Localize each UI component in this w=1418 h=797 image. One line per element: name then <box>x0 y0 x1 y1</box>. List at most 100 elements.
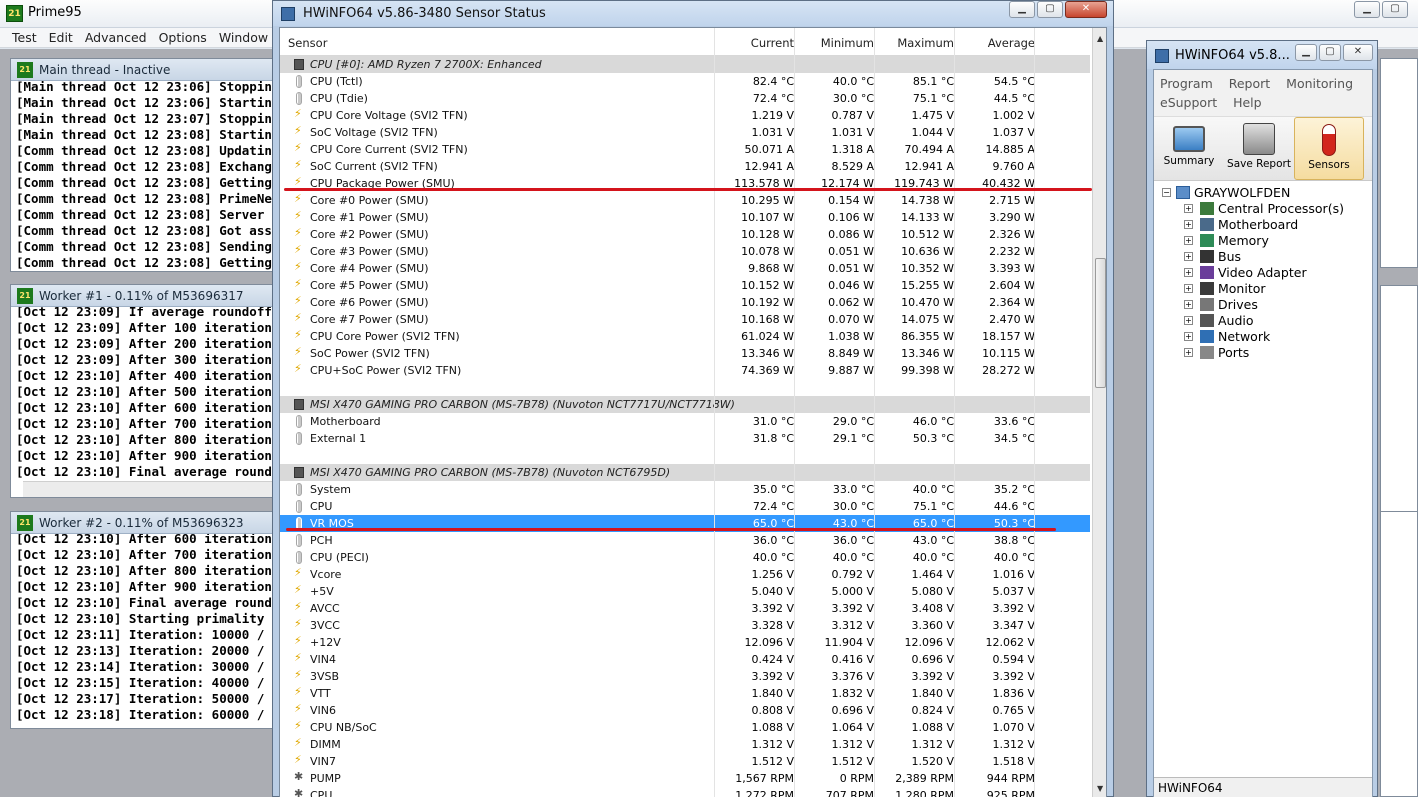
worker1-titlebar[interactable]: 21 Worker #1 - 0.11% of M53696317 <box>11 285 299 307</box>
expand-icon[interactable]: + <box>1184 204 1193 213</box>
hwinfo-minimize-button[interactable]: ▁ <box>1295 44 1317 61</box>
menu-help[interactable]: Help <box>1233 95 1262 110</box>
menu-advanced[interactable]: Advanced <box>79 28 153 47</box>
tree-item[interactable]: + Audio <box>1160 313 1372 329</box>
sensor-group-row[interactable]: MSI X470 GAMING PRO CARBON (MS-7B78) (Nu… <box>280 396 1090 413</box>
expand-icon[interactable]: + <box>1184 252 1193 261</box>
sensor-group-row[interactable]: MSI X470 GAMING PRO CARBON (MS-7B78) (Nu… <box>280 464 1090 481</box>
sensor-row[interactable]: Core #7 Power (SMU) 10.168 W 0.070 W 14.075… <box>280 311 1090 328</box>
main-thread-window[interactable]: 21 Main thread - Inactive [Main thread O… <box>10 58 300 272</box>
sensor-row[interactable]: SoC Voltage (SVI2 TFN) 1.031 V 1.031 V 1.04… <box>280 124 1090 141</box>
sensor-vscrollbar[interactable]: ▲ ▼ <box>1092 28 1106 797</box>
sensor-row[interactable]: CPU Core Voltage (SVI2 TFN) 1.219 V 0.787 … <box>280 107 1090 124</box>
sensor-row[interactable]: CPU (Tctl) 82.4 °C 40.0 °C 85.1 °C 54.5 °C <box>280 73 1090 90</box>
menu-esupport[interactable]: eSupport <box>1160 95 1217 110</box>
sensor-row[interactable]: Core #1 Power (SMU) 10.107 W 0.106 W 14.133… <box>280 209 1090 226</box>
sensor-row[interactable]: DIMM 1.312 V 1.312 V 1.312 V 1.312 V <box>280 736 1090 753</box>
sensors-button[interactable]: Sensors <box>1294 117 1364 180</box>
menu-report[interactable]: Report <box>1229 76 1270 91</box>
expand-icon[interactable]: + <box>1184 300 1193 309</box>
column-average[interactable]: Average <box>988 36 1035 50</box>
sensor-row[interactable]: CPU 72.4 °C 30.0 °C 75.1 °C 44.6 °C <box>280 498 1090 515</box>
sensor-row[interactable]: CPU Core Power (SVI2 TFN) 61.024 W 1.038 W… <box>280 328 1090 345</box>
sensor-row[interactable]: CPU NB/SoC 1.088 V 1.064 V 1.088 V 1.070 V <box>280 719 1090 736</box>
sensor-row[interactable]: VIN7 1.512 V 1.512 V 1.520 V 1.518 V <box>280 753 1090 770</box>
tree-item[interactable]: + Video Adapter <box>1160 265 1372 281</box>
scroll-up-icon[interactable]: ▲ <box>1097 34 1103 43</box>
expand-icon[interactable]: + <box>1184 316 1193 325</box>
sensor-row[interactable]: AVCC 3.392 V 3.392 V 3.408 V 3.392 V <box>280 600 1090 617</box>
sensor-row[interactable]: CPU+SoC Power (SVI2 TFN) 74.369 W 9.887 W 9… <box>280 362 1090 379</box>
prime95-minimize-button[interactable]: ▁ <box>1354 1 1380 18</box>
sensor-row[interactable]: CPU (PECI) 40.0 °C 40.0 °C 40.0 °C 40.0 °C <box>280 549 1090 566</box>
hwinfo-close-button[interactable]: ✕ <box>1343 44 1373 61</box>
sensor-row[interactable]: SoC Power (SVI2 TFN) 13.346 W 8.849 W 13.34… <box>280 345 1090 362</box>
worker2-window[interactable]: 21 Worker #2 - 0.11% of M53696323 [Oct 1… <box>10 511 300 729</box>
sensor-row[interactable]: Core #4 Power (SMU) 9.868 W 0.051 W 10.352 … <box>280 260 1090 277</box>
sensor-row[interactable]: VIN4 0.424 V 0.416 V 0.696 V 0.594 V <box>280 651 1090 668</box>
prime95-maximize-button[interactable]: ▢ <box>1382 1 1408 18</box>
sensor-row[interactable]: +12V 12.096 V 11.904 V 12.096 V 12.062 V <box>280 634 1090 651</box>
worker1-window[interactable]: 21 Worker #1 - 0.11% of M53696317 [Oct 1… <box>10 284 300 498</box>
expand-icon[interactable]: + <box>1184 284 1193 293</box>
scroll-thumb[interactable] <box>1095 258 1106 388</box>
expand-icon[interactable]: + <box>1184 332 1193 341</box>
sensor-row[interactable]: Core #5 Power (SMU) 10.152 W 0.046 W 15.255… <box>280 277 1090 294</box>
menu-edit[interactable]: Edit <box>43 28 79 47</box>
expand-icon[interactable]: + <box>1184 348 1193 357</box>
tree-item[interactable]: + Central Processor(s) <box>1160 201 1372 217</box>
menu-monitoring[interactable]: Monitoring <box>1286 76 1353 91</box>
hwinfo-main-titlebar[interactable]: HWiNFO64 v5.8... ▁ ▢ ✕ <box>1147 41 1377 69</box>
sensor-row[interactable]: Motherboard 31.0 °C 29.0 °C 46.0 °C 33.6 °C <box>280 413 1090 430</box>
expand-icon[interactable]: + <box>1184 268 1193 277</box>
sensor-row[interactable]: PUMP 1,567 RPM 0 RPM 2,389 RPM 944 RPM <box>280 770 1090 787</box>
sensor-row[interactable]: 3VCC 3.328 V 3.312 V 3.360 V 3.347 V <box>280 617 1090 634</box>
column-minimum[interactable]: Minimum <box>821 36 874 50</box>
sensor-row[interactable]: VIN6 0.808 V 0.696 V 0.824 V 0.765 V <box>280 702 1090 719</box>
column-current[interactable]: Current <box>751 36 794 50</box>
worker2-titlebar[interactable]: 21 Worker #2 - 0.11% of M53696323 <box>11 512 299 534</box>
menu-options[interactable]: Options <box>153 28 213 47</box>
tree-item[interactable]: + Memory <box>1160 233 1372 249</box>
tree-item[interactable]: + Ports <box>1160 345 1372 361</box>
tree-root[interactable]: − GRAYWOLFDEN <box>1160 185 1372 201</box>
sensor-row[interactable]: VTT 1.840 V 1.832 V 1.840 V 1.836 V <box>280 685 1090 702</box>
menu-window[interactable]: Window <box>213 28 274 47</box>
sensor-row[interactable]: Core #0 Power (SMU) 10.295 W 0.154 W 14.738… <box>280 192 1090 209</box>
sensor-row[interactable]: SoC Current (SVI2 TFN) 12.941 A 8.529 A 12.… <box>280 158 1090 175</box>
sensor-row[interactable]: 3VSB 3.392 V 3.376 V 3.392 V 3.392 V <box>280 668 1090 685</box>
sensor-row[interactable]: Core #2 Power (SMU) 10.128 W 0.086 W 10.512… <box>280 226 1090 243</box>
expand-icon[interactable]: + <box>1184 236 1193 245</box>
sensor-status-titlebar[interactable]: HWiNFO64 v5.86-3480 Sensor Status ▁ ▢ ✕ <box>273 1 1113 26</box>
tree-item[interactable]: + Bus <box>1160 249 1372 265</box>
expand-icon[interactable]: + <box>1184 220 1193 229</box>
sensor-minimize-button[interactable]: ▁ <box>1009 1 1035 18</box>
sensor-maximize-button[interactable]: ▢ <box>1037 1 1063 18</box>
worker1-hscrollbar[interactable] <box>23 481 299 497</box>
tree-item[interactable]: + Drives <box>1160 297 1372 313</box>
sensor-row[interactable]: CPU Core Current (SVI2 TFN) 50.071 A 1.318… <box>280 141 1090 158</box>
menu-program[interactable]: Program <box>1160 76 1213 91</box>
scroll-down-icon[interactable]: ▼ <box>1097 784 1103 793</box>
tree-item[interactable]: + Motherboard <box>1160 217 1372 233</box>
sensor-row[interactable]: Core #6 Power (SMU) 10.192 W 0.062 W 10.470… <box>280 294 1090 311</box>
tree-item[interactable]: + Monitor <box>1160 281 1372 297</box>
menu-test[interactable]: Test <box>6 28 43 47</box>
sensor-group-row[interactable]: CPU [#0]: AMD Ryzen 7 2700X: Enhanced <box>280 56 1090 73</box>
column-maximum[interactable]: Maximum <box>897 36 954 50</box>
summary-button[interactable]: Summary <box>1154 117 1224 180</box>
sensor-row[interactable]: PCH 36.0 °C 36.0 °C 43.0 °C 38.8 °C <box>280 532 1090 549</box>
collapse-icon[interactable]: − <box>1162 188 1171 197</box>
sensor-row[interactable]: Vcore 1.256 V 0.792 V 1.464 V 1.016 V <box>280 566 1090 583</box>
sensor-row[interactable]: +5V 5.040 V 5.000 V 5.080 V 5.037 V <box>280 583 1090 600</box>
tree-item[interactable]: + Network <box>1160 329 1372 345</box>
sensor-row[interactable]: CPU 1,272 RPM 707 RPM 1,280 RPM 925 RPM <box>280 787 1090 797</box>
sensor-row[interactable]: System 35.0 °C 33.0 °C 40.0 °C 35.2 °C <box>280 481 1090 498</box>
hwinfo-maximize-button[interactable]: ▢ <box>1319 44 1341 61</box>
sensor-close-button[interactable]: ✕ <box>1065 1 1107 18</box>
sensor-row[interactable]: Core #3 Power (SMU) 10.078 W 0.051 W 10.636… <box>280 243 1090 260</box>
save-report-button[interactable]: Save Report <box>1224 117 1294 180</box>
sensor-row[interactable]: External 1 31.8 °C 29.1 °C 50.3 °C 34.5 °C <box>280 430 1090 447</box>
column-sensor[interactable]: Sensor <box>288 36 327 50</box>
sensor-row[interactable]: CPU (Tdie) 72.4 °C 30.0 °C 75.1 °C 44.5 °C <box>280 90 1090 107</box>
